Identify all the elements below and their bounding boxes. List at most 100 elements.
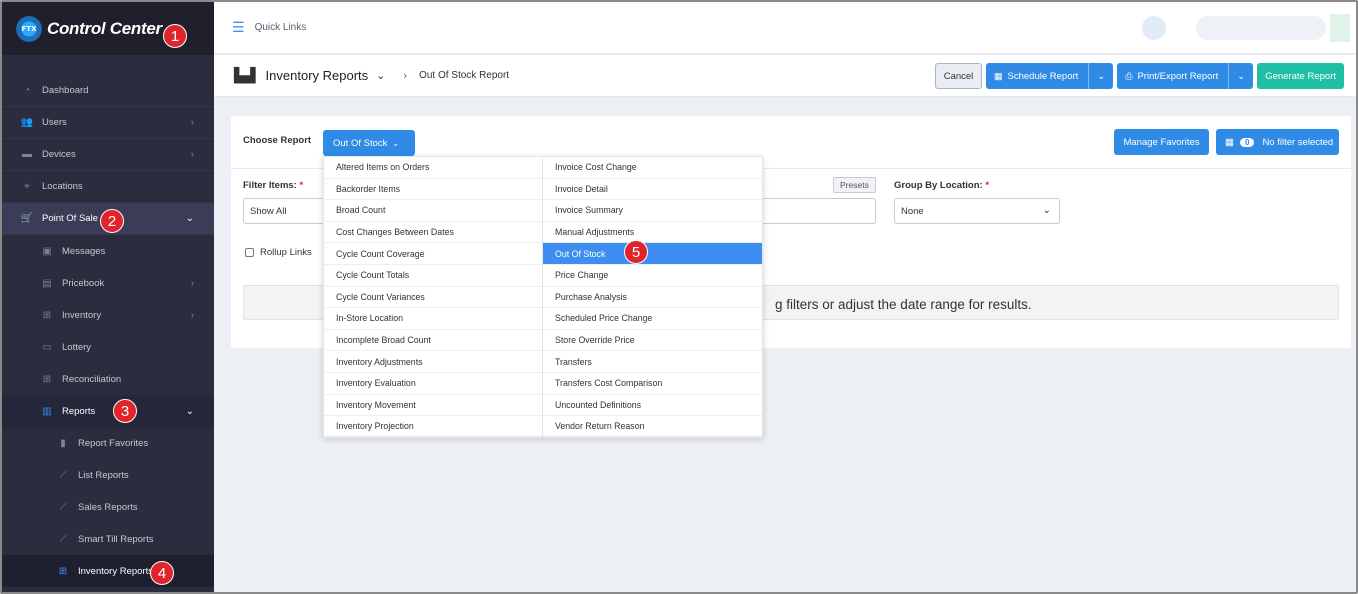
print-export-label: Print/Export Report	[1137, 70, 1219, 82]
dropdown-item[interactable]: Transfers Cost Comparison	[543, 373, 762, 395]
dropdown-item[interactable]: Incomplete Broad Count	[324, 330, 542, 352]
dropdown-item[interactable]: Cycle Count Coverage	[324, 243, 542, 265]
dropdown-item[interactable]: Uncounted Definitions	[543, 395, 762, 417]
sidebar-item-inventory[interactable]: ⊞ Inventory ›	[2, 299, 214, 331]
sidebar-item-pricebook[interactable]: ▤ Pricebook ›	[2, 267, 214, 299]
dashboard-icon: ◔	[23, 85, 31, 96]
dropdown-item[interactable]: Price Change	[543, 265, 762, 287]
chevron-down-icon[interactable]: ⌄	[1088, 63, 1105, 89]
sidebar-item-label: Dashboard	[42, 85, 89, 96]
quick-links[interactable]: Quick Links	[255, 22, 307, 33]
filter-items-text: Filter Items:	[243, 180, 297, 191]
rollup-links-checkbox[interactable]: Rollup Links	[245, 247, 312, 258]
location-pin-icon: ⌖	[24, 181, 30, 192]
dropdown-item[interactable]: Transfers	[543, 351, 762, 373]
chevron-right-icon: ›	[190, 277, 194, 289]
sidebar-item-label: Sales Reports	[78, 501, 138, 513]
step-badge-2: 2	[100, 209, 124, 233]
cancel-button[interactable]: Cancel	[935, 63, 982, 89]
choose-report-value: Out Of Stock	[333, 137, 388, 149]
chevron-down-icon: ⌄	[1042, 205, 1051, 216]
dropdown-item[interactable]: Out Of Stock	[543, 243, 762, 265]
sidebar-item-users[interactable]: 👥 Users ›	[2, 107, 214, 139]
date-range-input[interactable]	[751, 198, 876, 224]
dropdown-item[interactable]: Invoice Summary	[543, 200, 762, 222]
group-by-location-select[interactable]: None ⌄	[894, 198, 1060, 224]
generate-report-button[interactable]: Generate Report	[1257, 63, 1344, 89]
dropdown-item[interactable]: Cycle Count Variances	[324, 287, 542, 309]
dropdown-item[interactable]: In-Store Location	[324, 308, 542, 330]
dropdown-item[interactable]: Invoice Detail	[543, 179, 762, 201]
bookmark-icon: ▮	[60, 437, 66, 449]
dropdown-item[interactable]: Backorder Items	[324, 179, 542, 201]
sidebar-item-lottery[interactable]: ▭ Lottery	[2, 331, 214, 363]
dropdown-item[interactable]: Inventory Projection	[324, 416, 542, 438]
sidebar-item-label: Pricebook	[62, 277, 105, 289]
manage-favorites-button[interactable]: Manage Favorites	[1114, 129, 1209, 155]
sidebar-item-label: Users	[42, 117, 67, 128]
sidebar-item-inventory-reports[interactable]: ⊞ Inventory Reports	[2, 555, 214, 587]
choose-report-label: Choose Report	[243, 135, 312, 146]
app-frame: FTX Control Center ◔ Dashboard 👥 Users ›…	[0, 0, 1358, 594]
dropdown-item[interactable]: Scheduled Price Change	[543, 308, 762, 330]
dropdown-item[interactable]: Inventory Adjustments	[324, 351, 542, 373]
sidebar-item-reports[interactable]: ▥ Reports ⌄	[2, 395, 214, 427]
dropdown-item[interactable]: Cost Changes Between Dates	[324, 222, 542, 244]
dropdown-item[interactable]: Altered Items on Orders	[324, 157, 542, 179]
user-menu[interactable]	[1196, 16, 1326, 40]
rollup-links-label: Rollup Links	[260, 247, 312, 258]
dropdown-item[interactable]: Invoice Cost Change	[543, 157, 762, 179]
dropdown-column-1: Altered Items on Orders Backorder Items Br…	[324, 157, 543, 438]
presets-button[interactable]: Presets	[833, 177, 876, 193]
calendar-icon: ▦	[994, 70, 1003, 81]
filter-button[interactable]: ▦ 0 No filter selected	[1216, 129, 1339, 155]
sidebar-item-dashboard[interactable]: ◔ Dashboard	[2, 75, 214, 107]
sidebar-item-list-reports[interactable]: ⟋ List Reports	[2, 459, 214, 491]
chevron-down-icon[interactable]: ⌄	[376, 69, 385, 82]
sidebar-item-sales-reports[interactable]: ⟋ Sales Reports	[2, 491, 214, 523]
reconciliation-icon: ⊞	[42, 373, 52, 385]
filter-items-label: Filter Items: *	[243, 180, 303, 191]
print-export-button[interactable]: ⎙ Print/Export Report ⌄	[1117, 63, 1254, 89]
schedule-report-label: Schedule Report	[1007, 70, 1079, 82]
status-indicator	[1330, 14, 1350, 42]
devices-icon: ▬	[22, 149, 32, 160]
sidebar-item-smart-till-reports[interactable]: ⟋ Smart Till Reports	[2, 523, 214, 555]
notification-icon[interactable]	[1142, 16, 1166, 40]
chevron-down-icon[interactable]: ⌄	[1228, 63, 1245, 89]
chevron-right-icon: ›	[190, 309, 194, 321]
menu-icon[interactable]: ☰	[232, 19, 245, 36]
choose-report-dropdown[interactable]: Out Of Stock ⌄	[323, 130, 415, 156]
sidebar-item-label: Reports	[62, 405, 96, 417]
dropdown-item[interactable]: Cycle Count Totals	[324, 265, 542, 287]
chevron-down-icon: ⌄	[392, 138, 400, 148]
printer-icon: ⎙	[1125, 70, 1133, 81]
checkbox-icon[interactable]	[245, 248, 254, 257]
no-filter-label: No filter selected	[1262, 136, 1334, 148]
sidebar-item-messages[interactable]: ▣ Messages	[2, 235, 214, 267]
step-badge-4: 4	[150, 561, 174, 585]
sidebar-item-label: Devices	[42, 149, 76, 160]
sidebar-item-locations[interactable]: ⌖ Locations	[2, 171, 214, 203]
sidebar-item-label: Inventory Reports	[78, 565, 153, 577]
sidebar-item-label: Locations	[42, 181, 83, 192]
sidebar-item-reconciliation[interactable]: ⊞ Reconciliation	[2, 363, 214, 395]
dropdown-column-2: Invoice Cost Change Invoice Detail Invoice…	[543, 157, 762, 438]
dropdown-item[interactable]: Store Override Price	[543, 330, 762, 352]
dropdown-item[interactable]: Broad Count	[324, 200, 542, 222]
sidebar-item-report-favorites[interactable]: ▮ Report Favorites	[2, 427, 214, 459]
line-chart-icon: ⟋	[59, 469, 67, 481]
sidebar-item-devices[interactable]: ▬ Devices ›	[2, 139, 214, 171]
dropdown-item[interactable]: Vendor Return Reason	[543, 416, 762, 438]
users-icon: 👥	[20, 117, 34, 128]
required-mark: *	[299, 180, 304, 191]
dropdown-item[interactable]: Purchase Analysis	[543, 287, 762, 309]
schedule-report-button[interactable]: ▦ Schedule Report ⌄	[986, 63, 1114, 89]
dropdown-item[interactable]: Inventory Movement	[324, 395, 542, 417]
dropdown-item[interactable]: Manual Adjustments	[543, 222, 762, 244]
sidebar-item-label: Smart Till Reports	[78, 533, 154, 545]
sidebar-nav: ◔ Dashboard 👥 Users › ▬ Devices › ⌖ Loca…	[2, 55, 214, 587]
page-title[interactable]: Inventory Reports	[266, 68, 369, 83]
dropdown-item[interactable]: Inventory Evaluation	[324, 373, 542, 395]
sidebar-item-label: Point Of Sale	[42, 213, 98, 224]
